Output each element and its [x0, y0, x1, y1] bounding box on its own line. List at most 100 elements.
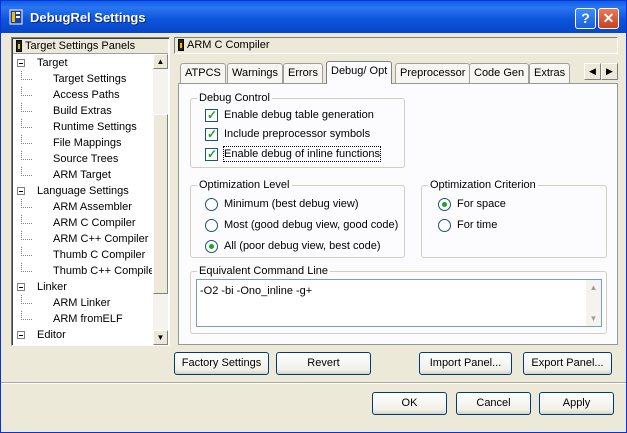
tree-item-label: Editor	[37, 329, 66, 341]
tree-connector-line	[21, 119, 32, 128]
radio-label: All (poor debug view, best code)	[224, 240, 381, 252]
tree-connector-line	[21, 167, 32, 176]
scroll-up-arrow-icon[interactable]: ▲	[586, 280, 601, 295]
collapse-toggle-icon[interactable]	[17, 59, 25, 67]
tree-item-label: Source Trees	[53, 153, 119, 165]
ok-button[interactable]: OK	[372, 392, 447, 415]
apply-button[interactable]: Apply	[539, 392, 614, 415]
export-panel-button[interactable]: Export Panel...	[523, 352, 612, 375]
tab-code-gen[interactable]: Code Gen	[469, 63, 530, 83]
checkbox-box[interactable]: ✓	[205, 147, 218, 161]
tab-extras[interactable]: Extras	[529, 63, 571, 83]
tree-connector-line	[21, 295, 32, 304]
optimization-criterion-title: Optimization Criterion	[428, 178, 538, 192]
tree-item-label: Thumb C Compiler	[53, 249, 146, 261]
scroll-up-arrow-icon[interactable]: ▲	[153, 54, 168, 69]
revert-button[interactable]: Revert	[276, 352, 371, 375]
tree-item-label: ARM C Compiler	[53, 217, 136, 229]
tree-item-label: Target	[37, 57, 68, 69]
scroll-down-arrow-icon[interactable]: ▼	[586, 311, 601, 326]
collapse-toggle-icon[interactable]	[17, 187, 25, 195]
tree-item-label: Runtime Settings	[53, 121, 137, 133]
radio-circle[interactable]	[205, 219, 218, 232]
tree-connector-line	[21, 87, 32, 96]
tree-connector-line	[21, 247, 32, 256]
radio-circle[interactable]	[205, 198, 218, 211]
collapse-toggle-icon[interactable]	[17, 331, 25, 339]
tree-item-label: ARM Target	[53, 169, 111, 181]
tree-item-label: Build Extras	[53, 105, 112, 117]
settings-window: DebugRel Settings ? ✕ Target Settings Pa…	[0, 0, 627, 433]
tree-connector-line	[21, 311, 32, 320]
radio-label: Minimum (best debug view)	[224, 198, 359, 210]
tab-debug-opt[interactable]: Debug/ Opt	[326, 61, 393, 84]
window-title: DebugRel Settings	[30, 10, 146, 25]
tree-list: Target Target Settings Access Paths Build E…	[13, 54, 152, 344]
tab-atpcs[interactable]: ATPCS	[180, 63, 226, 83]
tree-item-label: File Mappings	[53, 137, 122, 149]
command-line-text: -O2 -bi -Ono_inline -g+	[200, 285, 313, 297]
close-icon[interactable]: ✕	[598, 8, 619, 29]
radio-circle[interactable]	[438, 219, 451, 232]
checkbox-label: Enable debug table generation	[224, 109, 374, 121]
tree-header-label: Target Settings Panels	[25, 40, 136, 52]
tree-item-label: Access Paths	[53, 89, 120, 101]
tree-connector-line	[21, 263, 32, 272]
help-icon[interactable]: ?	[575, 8, 596, 29]
optimization-level-title: Optimization Level	[197, 178, 292, 192]
tree-item-label: ARM C++ Compiler	[53, 233, 149, 245]
radio-selected-dot	[442, 202, 447, 207]
panel-book-icon	[178, 39, 184, 51]
tree-header: Target Settings Panels	[13, 39, 168, 54]
radio-label: For time	[457, 219, 498, 231]
checkbox-label: Include preprocessor symbols	[224, 128, 371, 140]
tab-scroll-right-icon[interactable]: ▶	[601, 63, 618, 80]
collapse-toggle-icon[interactable]	[17, 283, 25, 291]
radio-label: For space	[457, 198, 506, 210]
tree-connector-line	[21, 151, 32, 160]
panel-book-icon	[16, 40, 22, 52]
check-icon: ✓	[207, 147, 218, 161]
scroll-down-arrow-icon[interactable]: ▼	[153, 330, 168, 345]
check-icon: ✓	[207, 108, 218, 122]
radio-selected-dot	[209, 244, 214, 249]
tab-errors[interactable]: Errors	[283, 63, 323, 83]
command-line-title: Equivalent Command Line	[197, 264, 331, 278]
tree-item-label: ARM fromELF	[53, 313, 123, 325]
tree-item-label: Thumb C++ Compiler	[53, 265, 152, 277]
app-icon	[9, 9, 23, 25]
tree-connector-line	[21, 103, 32, 112]
radio-label: Most (good debug view, good code)	[224, 219, 399, 231]
command-line-scrollbar[interactable]: ▲ ▼	[586, 280, 601, 326]
tree-item-label: ARM Assembler	[53, 201, 132, 213]
tab-warnings[interactable]: Warnings	[227, 63, 284, 83]
tree-connector-line	[21, 199, 32, 208]
checkbox-box[interactable]: ✓	[205, 127, 218, 141]
checkbox-box[interactable]: ✓	[205, 108, 218, 122]
settings-tree-panel: Target Settings Panels Target Target Sett…	[11, 37, 170, 346]
tree-connector-line	[21, 231, 32, 240]
tree-connector-line	[21, 71, 32, 80]
check-icon: ✓	[207, 127, 218, 141]
import-panel-button[interactable]: Import Panel...	[419, 352, 512, 375]
panel-title: ARM C Compiler	[187, 39, 270, 51]
tree-item-label: Language Settings	[37, 185, 129, 197]
tree-item-label: Target Settings	[53, 73, 127, 85]
checkbox-label: Enable debug of inline functions	[223, 146, 381, 162]
command-line-field[interactable]: -O2 -bi -Ono_inline -g+ ▲ ▼	[196, 279, 602, 327]
dialog-separator	[1, 382, 626, 384]
tree-item-label: Linker	[37, 281, 67, 293]
debug-control-title: Debug Control	[197, 91, 272, 105]
title-bar[interactable]: DebugRel Settings ? ✕	[1, 1, 626, 33]
factory-settings-button[interactable]: Factory Settings	[174, 352, 269, 375]
tree-connector-line	[21, 215, 32, 224]
tree-connector-line	[21, 135, 32, 144]
tree-scroll-thumb[interactable]	[153, 114, 168, 294]
radio-circle[interactable]	[205, 240, 218, 253]
cancel-button[interactable]: Cancel	[456, 392, 531, 415]
tree-scrollbar[interactable]: ▲ ▼	[153, 54, 168, 345]
tree-item-label: ARM Linker	[53, 297, 111, 309]
tab-scroll-left-icon[interactable]: ◀	[584, 63, 601, 80]
tab-preprocessor[interactable]: Preprocessor	[395, 63, 471, 83]
radio-circle[interactable]	[438, 198, 451, 211]
